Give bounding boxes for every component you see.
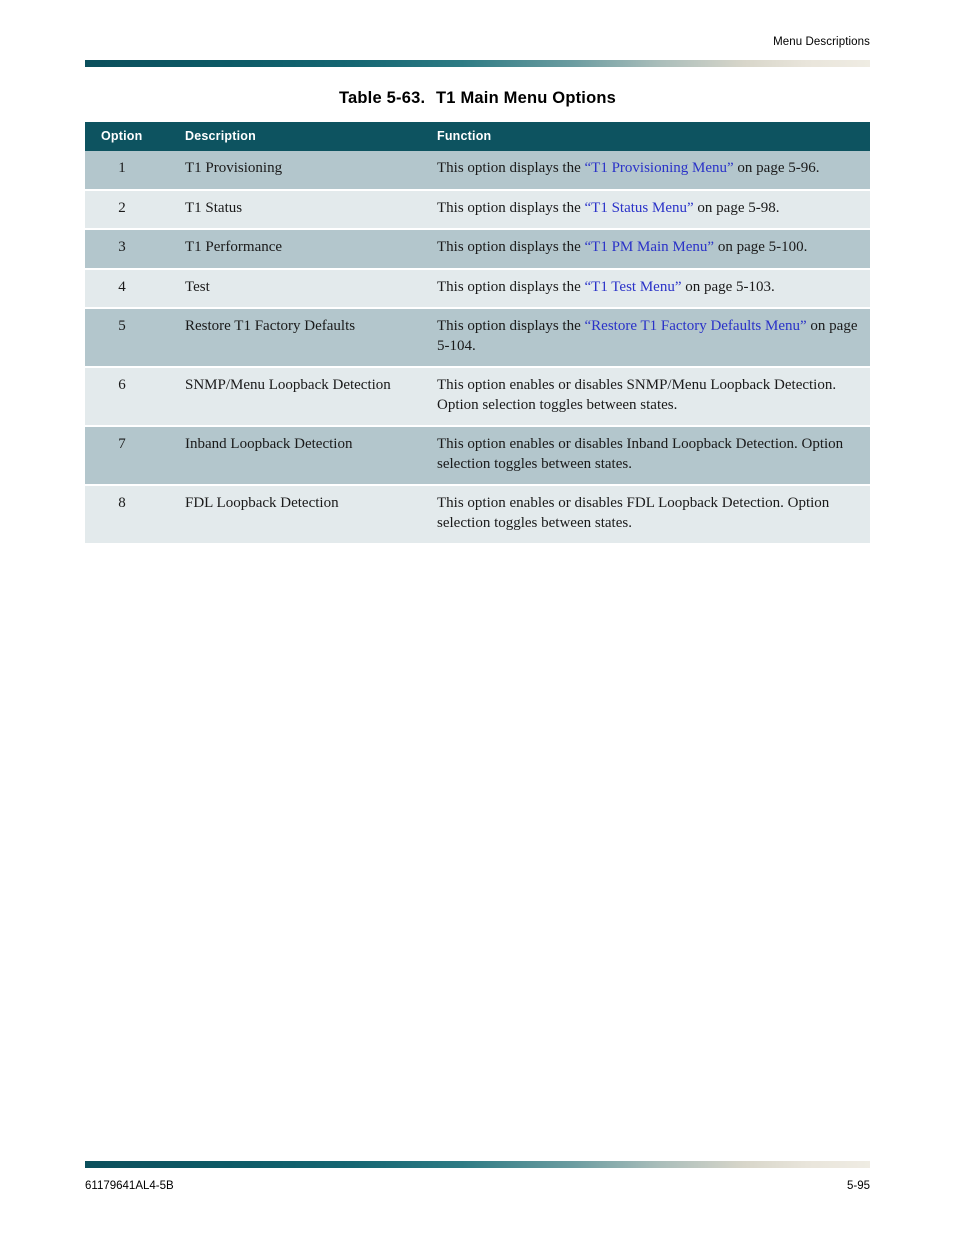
cross-reference-link[interactable]: “T1 Test Menu” (585, 279, 682, 295)
cell-description: FDL Loopback Detection (177, 485, 428, 543)
cell-description: T1 Provisioning (177, 151, 428, 191)
function-text-post: on page 5-100. (714, 239, 808, 255)
function-text-pre: This option displays the (437, 318, 585, 334)
function-text-post: on page 5-103. (681, 278, 775, 295)
footer-rule-bar (85, 1161, 870, 1168)
function-text-pre: This option displays the (437, 160, 585, 176)
table-row: 7 Inband Loopback Detection This option … (85, 426, 870, 486)
document-page: Menu Descriptions Table 5-63. T1 Main Me… (0, 0, 954, 1235)
table-caption-text: T1 Main Menu Options (436, 89, 617, 107)
function-text-pre: This option displays the (437, 239, 585, 255)
cell-option: 4 (85, 268, 177, 309)
cell-description: Inband Loopback Detection (177, 426, 428, 486)
cell-option: 2 (85, 189, 177, 230)
cell-description: SNMP/Menu Loopback Detection (177, 367, 428, 427)
cell-description: T1 Performance (177, 229, 428, 270)
cross-reference-link[interactable]: “T1 Status Menu” (585, 200, 694, 216)
column-header-description: Description (177, 122, 428, 151)
cell-function: This option displays the “T1 Provisionin… (428, 151, 870, 191)
table-header-row: Option Description Function (85, 122, 870, 151)
cell-function: This option enables or disables FDL Loop… (428, 485, 870, 543)
running-header: Menu Descriptions (773, 36, 870, 48)
table-row: 4 Test This option displays the “T1 Test… (85, 268, 870, 309)
table-row: 5 Restore T1 Factory Defaults This optio… (85, 308, 870, 368)
function-text-pre: This option enables or disables Inband L… (437, 436, 844, 472)
function-text-post: on page 5-96. (733, 160, 820, 176)
cell-description: Restore T1 Factory Defaults (177, 308, 428, 368)
table-row: 1 T1 Provisioning This option displays t… (85, 151, 870, 191)
table-body: 1 T1 Provisioning This option displays t… (85, 151, 870, 543)
table-row: 8 FDL Loopback Detection This option ena… (85, 485, 870, 543)
column-header-function: Function (428, 122, 870, 151)
cell-option: 5 (85, 308, 177, 368)
table-row: 2 T1 Status This option displays the “T1… (85, 189, 870, 230)
cell-function: This option displays the “T1 Status Menu… (428, 189, 870, 230)
function-text-post: on page 5-98. (693, 199, 780, 216)
header-rule-bar (85, 60, 870, 67)
table-caption: Table 5-63. T1 Main Menu Options (85, 89, 870, 108)
footer-page-number: 5-95 (846, 1180, 870, 1192)
table-caption-number: Table 5-63. (338, 89, 426, 107)
cell-description: Test (177, 268, 428, 309)
cell-function: This option enables or disables SNMP/Men… (428, 367, 870, 427)
cell-option: 7 (85, 426, 177, 486)
cross-reference-link[interactable]: “Restore T1 Factory Defaults Menu” (585, 318, 807, 334)
cell-function: This option displays the “T1 Test Menu” … (428, 268, 870, 309)
column-header-option: Option (85, 122, 177, 151)
table-row: 3 T1 Performance This option displays th… (85, 229, 870, 270)
cell-function: This option displays the “Restore T1 Fac… (428, 308, 870, 368)
function-text-pre: This option displays the (437, 199, 585, 216)
cell-option: 6 (85, 367, 177, 427)
cell-option: 8 (85, 485, 177, 543)
function-text-pre: This option enables or disables FDL Loop… (437, 495, 830, 531)
t1-main-menu-options-table: Option Description Function 1 T1 Provisi… (85, 122, 870, 543)
cross-reference-link[interactable]: “T1 Provisioning Menu” (585, 160, 734, 176)
cell-option: 3 (85, 229, 177, 270)
function-text-pre: This option enables or disables SNMP/Men… (437, 377, 837, 413)
cell-function: This option displays the “T1 PM Main Men… (428, 229, 870, 270)
cross-reference-link[interactable]: “T1 PM Main Menu” (585, 239, 715, 255)
table-row: 6 SNMP/Menu Loopback Detection This opti… (85, 367, 870, 427)
cell-option: 1 (85, 151, 177, 191)
function-text-pre: This option displays the (437, 278, 585, 295)
cell-description: T1 Status (177, 189, 428, 230)
cell-function: This option enables or disables Inband L… (428, 426, 870, 486)
